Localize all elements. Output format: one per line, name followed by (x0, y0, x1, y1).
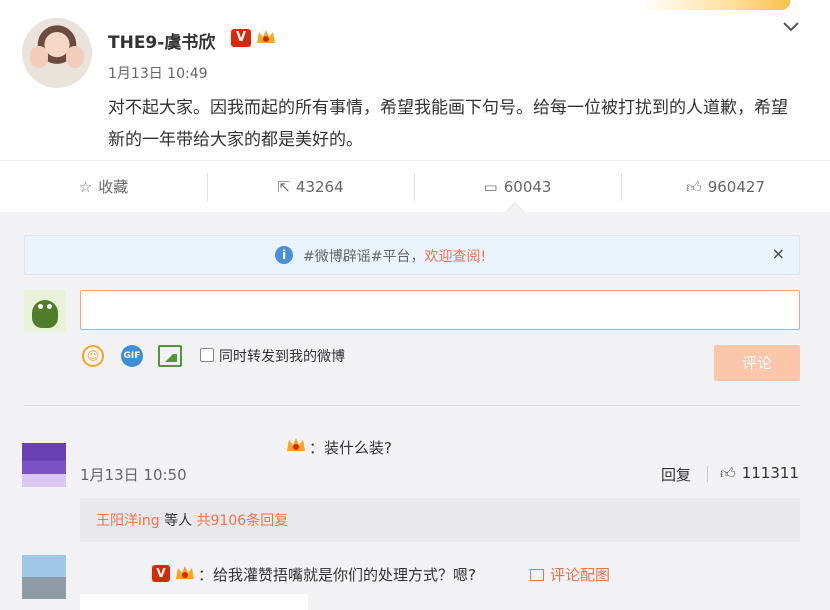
commenter-avatar[interactable] (22, 443, 66, 487)
replies-summary: 王阳洋ing 等人 共9106条回复 (80, 498, 800, 542)
reply-user-link[interactable]: 王阳洋ing (96, 513, 160, 529)
close-icon[interactable]: × (772, 244, 785, 263)
like-button[interactable]: 👍︎ 960427 (621, 161, 830, 213)
my-avatar (24, 290, 66, 332)
verified-badge: V (152, 565, 170, 582)
comment-like-count: 111311 (741, 464, 799, 482)
replies-text: 王阳洋ing 等人 共9106条回复 (96, 510, 288, 530)
like-count: 960427 (707, 178, 765, 196)
comment-icon: ▭ (483, 178, 498, 196)
collect-label: 收藏 (98, 178, 129, 196)
post-time[interactable]: 1月13日 10:49 (108, 63, 208, 83)
repost-count: 43264 (295, 178, 344, 196)
comment-input[interactable] (80, 290, 800, 330)
emoji-icon[interactable]: ☺ (82, 345, 104, 367)
gif-icon[interactable]: GIF (121, 345, 143, 367)
comment-text: ：给我灌赞捂嘴就是你们的处理方式？嗯? (198, 566, 476, 584)
repost-button[interactable]: ⇱ 43264 (207, 161, 414, 213)
star-icon: ☆ (78, 178, 93, 196)
comment-image-label: 评论配图 (550, 566, 611, 584)
notice-link[interactable]: 欢迎查阅! (424, 249, 486, 265)
comment-text: ：装什么装? (309, 439, 392, 457)
avatar-hand-left (30, 46, 48, 68)
replies-mid: 等人 (159, 513, 197, 529)
comment-like-button[interactable]: 👍︎ 111311 (720, 464, 799, 483)
crown-badge-icon (176, 566, 194, 579)
action-bar: ☆ 收藏 ⇱ 43264 ▭ 60043 👍︎ 960427 (0, 160, 830, 212)
thumbs-up-icon: 👍︎ (720, 464, 736, 482)
image-icon (530, 569, 544, 581)
comment-time: 1月13日 10:50 (80, 466, 187, 484)
crown-badge-icon (287, 438, 305, 451)
chevron-down-icon[interactable] (780, 16, 802, 38)
weibo-post-page: THE9-虞书欣 V 1月13日 10:49 对不起大家。因我而起的所有事情，希… (0, 0, 830, 610)
repost-icon: ⇱ (277, 178, 290, 196)
crown-badge-icon (257, 30, 275, 43)
verified-badge: V (231, 29, 251, 47)
avatar-character (32, 300, 58, 328)
author-avatar[interactable] (22, 18, 92, 88)
top-decoration (640, 0, 790, 10)
commenter-avatar[interactable] (22, 555, 66, 599)
divider (24, 405, 800, 406)
avatar-eye (38, 304, 43, 309)
thumbs-up-icon: 👍︎ (686, 178, 702, 196)
post-text: 对不起大家。因我而起的所有事情，希望我能画下句号。给每一位被打扰到的人道歉，希望… (108, 98, 788, 150)
reply-separator (707, 466, 708, 482)
avatar-eye (47, 304, 52, 309)
rumor-notice: i #微博辟谣#平台，欢迎查阅! × (24, 235, 800, 275)
image-icon[interactable] (158, 345, 182, 367)
notice-text: #微博辟谣#平台，欢迎查阅! (303, 246, 486, 266)
info-icon: i (275, 246, 293, 264)
comment-count: 60043 (503, 178, 552, 196)
comment-image-link[interactable]: 评论配图 (530, 564, 610, 585)
repost-checkbox[interactable] (200, 348, 214, 362)
avatar-hand-right (66, 46, 84, 68)
repost-checkbox-label[interactable]: 同时转发到我的微博 (219, 346, 345, 366)
comment-image-preview (80, 594, 308, 610)
submit-comment-button[interactable]: 评论 (714, 345, 800, 381)
reply-button[interactable]: 回复 (661, 464, 691, 485)
collect-button[interactable]: ☆ 收藏 (0, 161, 207, 213)
author-name[interactable]: THE9-虞书欣 (108, 28, 215, 53)
notice-prefix[interactable]: #微博辟谣#平台， (303, 249, 424, 265)
view-replies-link[interactable]: 共9106条回复 (197, 513, 289, 529)
